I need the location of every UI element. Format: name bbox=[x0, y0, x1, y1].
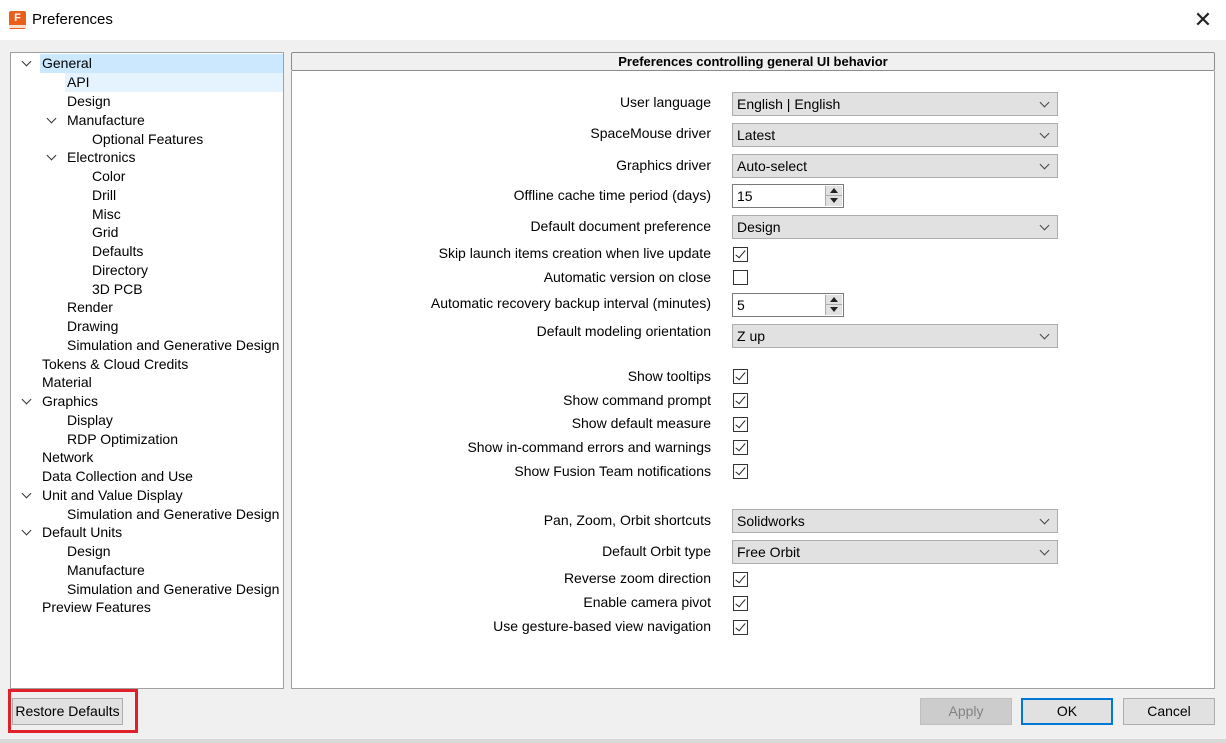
recovery-interval-label: Automatic recovery backup interval (minu… bbox=[430, 295, 711, 311]
offline-cache-label: Offline cache time period (days) bbox=[513, 187, 711, 203]
modeling-orientation-dropdown[interactable]: Z up bbox=[732, 324, 1058, 348]
panel-header: Preferences controlling general UI behav… bbox=[291, 52, 1215, 71]
chevron-down-icon bbox=[1039, 220, 1050, 231]
tree-item-drawing[interactable]: Drawing bbox=[67, 317, 118, 336]
tree-item-misc[interactable]: Misc bbox=[92, 205, 121, 224]
chevron-down-icon[interactable] bbox=[21, 394, 32, 405]
chevron-down-icon bbox=[1039, 545, 1050, 556]
tree-item-graphics[interactable]: Graphics bbox=[21, 392, 98, 411]
modeling-orientation-label: Default modeling orientation bbox=[536, 323, 711, 339]
chevron-down-icon[interactable] bbox=[21, 525, 32, 536]
spin-down-icon[interactable] bbox=[826, 305, 842, 315]
tree-item-optional-features[interactable]: Optional Features bbox=[92, 130, 203, 149]
show-team-notifications-label: Show Fusion Team notifications bbox=[514, 463, 711, 479]
tree-item-preview-features[interactable]: Preview Features bbox=[42, 598, 151, 617]
default-orbit-label: Default Orbit type bbox=[602, 543, 711, 559]
spin-up-icon[interactable] bbox=[826, 186, 842, 196]
tree-item-material[interactable]: Material bbox=[42, 373, 92, 392]
pzo-shortcuts-dropdown[interactable]: Solidworks bbox=[732, 509, 1058, 533]
show-command-prompt-label: Show command prompt bbox=[563, 392, 711, 408]
preferences-tree[interactable]: General API Design Manufacture Optional … bbox=[10, 52, 284, 689]
tree-item-drill[interactable]: Drill bbox=[92, 186, 116, 205]
tree-item-api[interactable]: API bbox=[65, 73, 283, 92]
graphics-driver-label: Graphics driver bbox=[616, 157, 711, 173]
tree-item-network[interactable]: Network bbox=[42, 448, 93, 467]
auto-version-checkbox[interactable] bbox=[733, 270, 748, 285]
auto-version-label: Automatic version on close bbox=[543, 269, 711, 285]
general-settings-panel: User language English | English SpaceMou… bbox=[291, 71, 1215, 689]
recovery-interval-spinbox[interactable]: 5 bbox=[732, 293, 844, 317]
fusion-app-icon: F bbox=[9, 11, 26, 29]
show-tooltips-checkbox[interactable] bbox=[733, 369, 748, 384]
skip-launch-checkbox[interactable] bbox=[733, 247, 748, 262]
default-orbit-dropdown[interactable]: Free Orbit bbox=[732, 540, 1058, 564]
apply-button[interactable]: Apply bbox=[920, 698, 1012, 725]
show-tooltips-label: Show tooltips bbox=[627, 368, 711, 384]
tree-item-units-simulation-generative[interactable]: Simulation and Generative Design bbox=[67, 580, 279, 599]
show-team-notifications-checkbox[interactable] bbox=[733, 464, 748, 479]
gesture-nav-checkbox[interactable] bbox=[733, 620, 748, 635]
offline-cache-spinbox[interactable]: 15 bbox=[732, 184, 844, 208]
camera-pivot-label: Enable camera pivot bbox=[583, 594, 711, 610]
skip-launch-label: Skip launch items creation when live upd… bbox=[438, 245, 711, 261]
chevron-down-icon bbox=[1039, 128, 1050, 139]
default-document-dropdown[interactable]: Design bbox=[732, 215, 1058, 239]
tree-item-design[interactable]: Design bbox=[67, 92, 111, 111]
tree-item-display[interactable]: Display bbox=[67, 411, 113, 430]
tree-item-directory[interactable]: Directory bbox=[92, 261, 148, 280]
restore-defaults-button[interactable]: Restore Defaults bbox=[12, 698, 123, 725]
title-bar: F Preferences ✕ bbox=[0, 0, 1226, 40]
user-language-label: User language bbox=[619, 94, 711, 110]
ok-button[interactable]: OK bbox=[1021, 698, 1113, 725]
chevron-down-icon[interactable] bbox=[46, 113, 57, 124]
gesture-nav-label: Use gesture-based view navigation bbox=[493, 618, 711, 634]
chevron-down-icon bbox=[1039, 329, 1050, 340]
show-errors-label: Show in-command errors and warnings bbox=[467, 439, 711, 455]
tree-item-units-manufacture[interactable]: Manufacture bbox=[67, 561, 145, 580]
reverse-zoom-checkbox[interactable] bbox=[733, 572, 748, 587]
close-icon[interactable]: ✕ bbox=[1180, 0, 1226, 40]
spin-down-icon[interactable] bbox=[826, 196, 842, 206]
tree-item-rdp-optimization[interactable]: RDP Optimization bbox=[67, 430, 178, 449]
spacemouse-driver-dropdown[interactable]: Latest bbox=[732, 123, 1058, 147]
user-language-dropdown[interactable]: English | English bbox=[732, 92, 1058, 116]
reverse-zoom-label: Reverse zoom direction bbox=[563, 570, 711, 586]
chevron-down-icon bbox=[1039, 159, 1050, 170]
show-command-prompt-checkbox[interactable] bbox=[733, 393, 748, 408]
tree-item-general[interactable]: General bbox=[21, 54, 283, 73]
chevron-down-icon[interactable] bbox=[21, 56, 32, 67]
chevron-down-icon[interactable] bbox=[21, 488, 32, 499]
tree-item-tokens-cloud-credits[interactable]: Tokens & Cloud Credits bbox=[42, 355, 188, 374]
tree-item-units-design[interactable]: Design bbox=[67, 542, 111, 561]
tree-item-unit-value-display[interactable]: Unit and Value Display bbox=[21, 486, 183, 505]
tree-item-grid[interactable]: Grid bbox=[92, 223, 118, 242]
pzo-shortcuts-label: Pan, Zoom, Orbit shortcuts bbox=[543, 512, 711, 528]
tree-item-3d-pcb[interactable]: 3D PCB bbox=[92, 280, 143, 299]
default-document-label: Default document preference bbox=[530, 218, 711, 234]
chevron-down-icon bbox=[1039, 514, 1050, 525]
tree-item-render[interactable]: Render bbox=[67, 298, 113, 317]
cancel-button[interactable]: Cancel bbox=[1123, 698, 1215, 725]
taskbar-edge bbox=[0, 739, 1226, 743]
tree-item-simulation-generative[interactable]: Simulation and Generative Design bbox=[67, 336, 279, 355]
spin-up-icon[interactable] bbox=[826, 295, 842, 305]
spacemouse-driver-label: SpaceMouse driver bbox=[590, 125, 711, 141]
chevron-down-icon[interactable] bbox=[46, 150, 57, 161]
tree-item-unit-simulation-generative[interactable]: Simulation and Generative Design bbox=[67, 505, 279, 524]
tree-item-data-collection[interactable]: Data Collection and Use bbox=[42, 467, 193, 486]
camera-pivot-checkbox[interactable] bbox=[733, 596, 748, 611]
window-title: Preferences bbox=[32, 11, 113, 28]
show-default-measure-label: Show default measure bbox=[571, 415, 711, 431]
graphics-driver-dropdown[interactable]: Auto-select bbox=[732, 154, 1058, 178]
chevron-down-icon bbox=[1039, 97, 1050, 108]
tree-item-color[interactable]: Color bbox=[92, 167, 125, 186]
tree-item-default-units[interactable]: Default Units bbox=[21, 523, 122, 542]
tree-item-defaults[interactable]: Defaults bbox=[92, 242, 143, 261]
tree-item-electronics[interactable]: Electronics bbox=[46, 148, 135, 167]
show-errors-checkbox[interactable] bbox=[733, 440, 748, 455]
show-default-measure-checkbox[interactable] bbox=[733, 417, 748, 432]
tree-item-manufacture[interactable]: Manufacture bbox=[46, 111, 145, 130]
